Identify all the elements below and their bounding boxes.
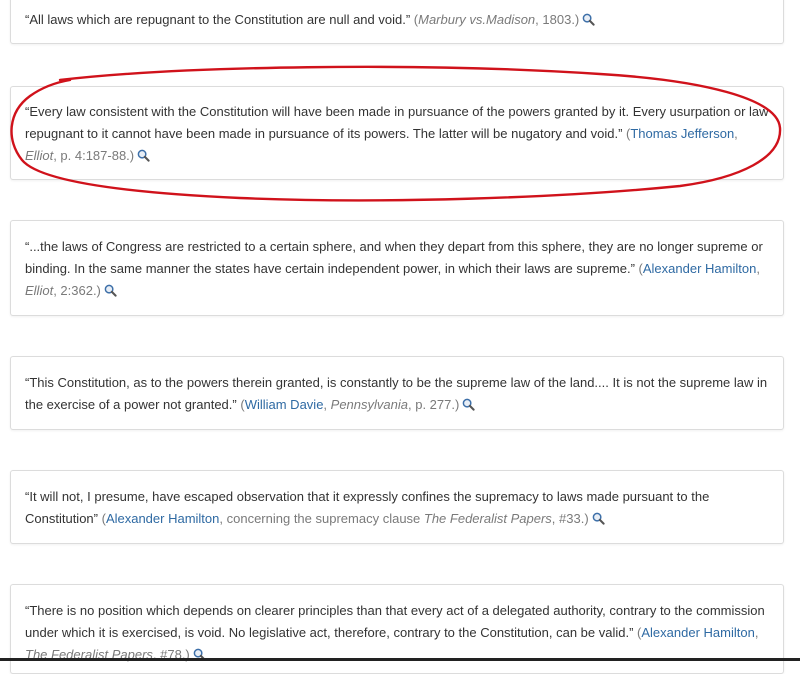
author-link[interactable]: Thomas Jefferson [630,126,734,141]
quote-card: “This Constitution, as to the powers the… [10,356,784,430]
quote-card: “It will not, I presume, have escaped ob… [10,470,784,544]
quote-card: “All laws which are repugnant to the Con… [10,0,784,44]
quote-citation: (William Davie, Pennsylvania, p. 277.) [236,397,460,412]
quote-text: “...the laws of Congress are restricted … [25,236,769,302]
source-title: Elliot [25,283,54,298]
magnifier-icon[interactable] [462,398,475,411]
quote-card: “...the laws of Congress are restricted … [10,220,784,316]
magnifier-icon[interactable] [582,13,595,26]
quote-text: “This Constitution, as to the powers the… [25,372,769,416]
source-title: Pennsylvania [330,397,408,412]
author-link[interactable]: William Davie [245,397,324,412]
author-link[interactable]: Alexander Hamilton [106,511,219,526]
source-title: Marbury vs.Madison [418,12,536,27]
magnifier-icon[interactable] [137,149,150,162]
author-link[interactable]: Alexander Hamilton [641,625,754,640]
quote-text: “All laws which are repugnant to the Con… [25,9,769,31]
quote-citation: (Alexander Hamilton, concerning the supr… [97,511,589,526]
quote-card: “Every law consistent with the Constitut… [10,86,784,180]
magnifier-icon[interactable] [104,284,117,297]
quote-text: “It will not, I presume, have escaped ob… [25,486,769,530]
quote-text: “There is no position which depends on c… [25,600,769,666]
source-title: The Federalist Papers [423,511,552,526]
author-link[interactable]: Alexander Hamilton [643,261,756,276]
quote-body: “All laws which are repugnant to the Con… [25,12,411,27]
source-title: Elliot [25,148,54,163]
quote-text: “Every law consistent with the Constitut… [25,101,769,167]
quote-citation: (Marbury vs.Madison, 1803.) [410,12,580,27]
magnifier-icon[interactable] [592,512,605,525]
